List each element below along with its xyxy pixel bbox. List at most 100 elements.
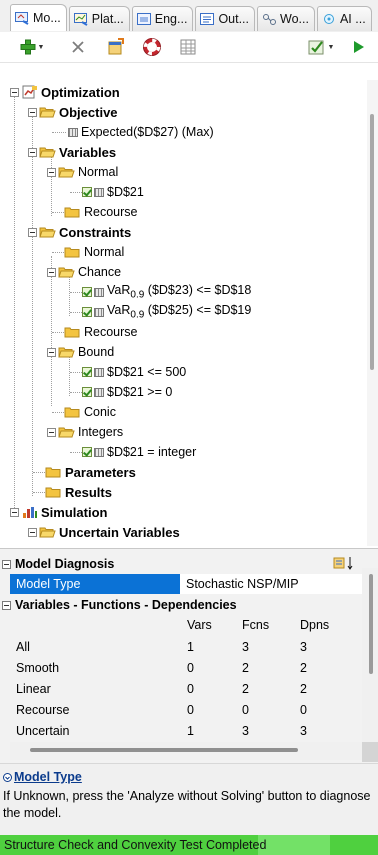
table-row[interactable]: Smooth 0 2 2 [10,658,362,678]
cell-icon [94,387,104,397]
column-header-vars: Vars [187,618,212,632]
tree-node-simulation[interactable]: Simulation [10,502,107,522]
tree-node-chance-2[interactable]: VaR0.9 ($D$25) <= $D$19 [82,302,251,322]
check-list-button[interactable]: ▼ [305,36,337,58]
checkbox-icon[interactable] [82,387,92,397]
tree-node-variables[interactable]: Variables [28,142,116,162]
folder-icon [64,247,80,258]
tree-node-label: Normal [84,245,125,259]
tree-node-integers[interactable]: Integers [47,422,123,442]
ai-tab-icon [323,13,334,24]
tree-node-results[interactable]: Results [45,482,112,502]
tree-node-var-item[interactable]: $D$21 [82,182,144,202]
tree-connector [70,452,82,453]
category-model-diagnosis[interactable]: Model Diagnosis [0,554,362,574]
tree-node-bound[interactable]: Bound [47,342,114,362]
checkbox-icon[interactable] [82,307,92,317]
property-label: Model Type [10,574,180,594]
property-row-model-type[interactable]: Model Type Stochastic NSP/MIP [10,574,362,594]
category-variables-functions-dependencies[interactable]: Variables - Functions - Dependencies [0,595,362,615]
tree-connector [70,392,82,393]
lifesaver-button[interactable] [141,36,163,58]
collapse-toggle-icon[interactable] [47,167,56,177]
add-button[interactable]: ▼ [16,36,48,58]
collapse-toggle-icon[interactable] [10,87,19,97]
tree-node-label: $D$21 [107,185,144,199]
collapse-toggle-icon[interactable] [28,107,37,117]
collapse-toggle-icon[interactable] [28,227,37,237]
delete-button[interactable] [68,36,88,58]
collapse-toggle-icon[interactable] [2,559,11,569]
tree-node-label: Results [65,484,112,500]
tree-node-chance-1[interactable]: VaR0.9 ($D$23) <= $D$18 [82,282,251,302]
tree-node-bound-2[interactable]: $D$21 >= 0 [82,382,172,402]
tree-scroll-thumb[interactable] [370,114,374,370]
collapse-toggle-icon[interactable] [28,527,37,537]
tree-node-var-recourse[interactable]: Recourse [64,202,138,222]
property-hscroll-thumb[interactable] [30,748,298,752]
task-pane-tabs: Mo... Plat... Eng... Out... Wo... AI ... [0,0,378,32]
tree-node-con-chance[interactable]: Chance [47,262,121,282]
tab-ai[interactable]: AI ... [316,6,372,31]
x-icon [72,41,84,53]
checkbox-icon[interactable] [82,187,92,197]
checkbox-icon[interactable] [82,367,92,377]
property-scroll-thumb[interactable] [369,574,373,674]
tab-label: Plat... [91,12,124,26]
fcns-value: 2 [242,682,249,696]
refresh-button[interactable] [105,36,127,58]
help-title[interactable]: Model Type [3,770,82,784]
tab-model[interactable]: Mo... [10,4,67,31]
table-row[interactable]: Linear 0 2 2 [10,679,362,699]
sort-button[interactable] [331,554,357,572]
tab-engine[interactable]: Eng... [131,6,194,31]
tree-node-label: Objective [59,104,118,120]
tab-label: Mo... [33,11,61,25]
checkbox-icon[interactable] [82,287,92,297]
collapse-toggle-icon[interactable] [47,347,56,357]
tree-connector [70,312,82,313]
tree-node-label: Normal [78,165,119,179]
tree-node-con-normal[interactable]: Normal [64,242,124,262]
vars-value: 1 [187,724,194,738]
table-row[interactable]: Uncertain 1 3 3 [10,721,362,741]
table-row[interactable]: All 1 3 3 [10,637,362,657]
tree-node-parameters[interactable]: Parameters [45,462,136,482]
tree-node-int-1[interactable]: $D$21 = integer [82,442,196,462]
tree-connector [52,212,64,213]
check-list-icon [308,40,324,54]
tree-node-con-recourse[interactable]: Recourse [64,322,138,342]
dropdown-arrow-icon: ▼ [37,43,45,51]
collapse-toggle-icon[interactable] [28,147,37,157]
collapse-toggle-icon[interactable] [47,427,56,437]
dropdown-arrow-icon: ▼ [327,43,335,51]
tree-node-label: Optimization [41,84,120,100]
model-toolbar: ▼ ▼ [0,32,378,63]
tree-node-optimization[interactable]: Optimization [10,82,120,102]
grid-button[interactable] [177,36,199,58]
tree-node-label: Parameters [65,464,136,480]
tree-node-uncertain-variables[interactable]: Uncertain Variables [28,522,180,542]
collapse-toggle-icon[interactable] [47,267,56,277]
collapse-toggle-icon[interactable] [10,507,19,517]
tree-node-objective-item[interactable]: Expected($D$27) (Max) [66,122,214,142]
run-button[interactable] [350,36,368,58]
tree-connector [70,292,82,293]
table-row[interactable]: Recourse 0 0 0 [10,700,362,720]
tree-connector [69,356,70,396]
tab-workflow[interactable]: Wo... [257,6,315,31]
tree-node-conic[interactable]: Conic [64,402,116,422]
vars-value: 0 [187,661,194,675]
checkbox-icon[interactable] [82,447,92,457]
tree-node-objective[interactable]: Objective [28,102,118,122]
tab-platform[interactable]: Plat... [68,6,130,31]
tree-node-var-normal[interactable]: Normal [47,162,118,182]
tree-node-constraints[interactable]: Constraints [28,222,131,242]
tree-node-label: $D$21 = integer [107,445,197,459]
help-text: If Unknown, press the 'Analyze without S… [3,789,371,820]
folder-open-icon [58,167,75,178]
row-label: Linear [16,682,51,696]
tab-output[interactable]: Out... [195,6,256,31]
tree-node-bound-1[interactable]: $D$21 <= 500 [82,362,186,382]
collapse-toggle-icon[interactable] [2,600,11,610]
